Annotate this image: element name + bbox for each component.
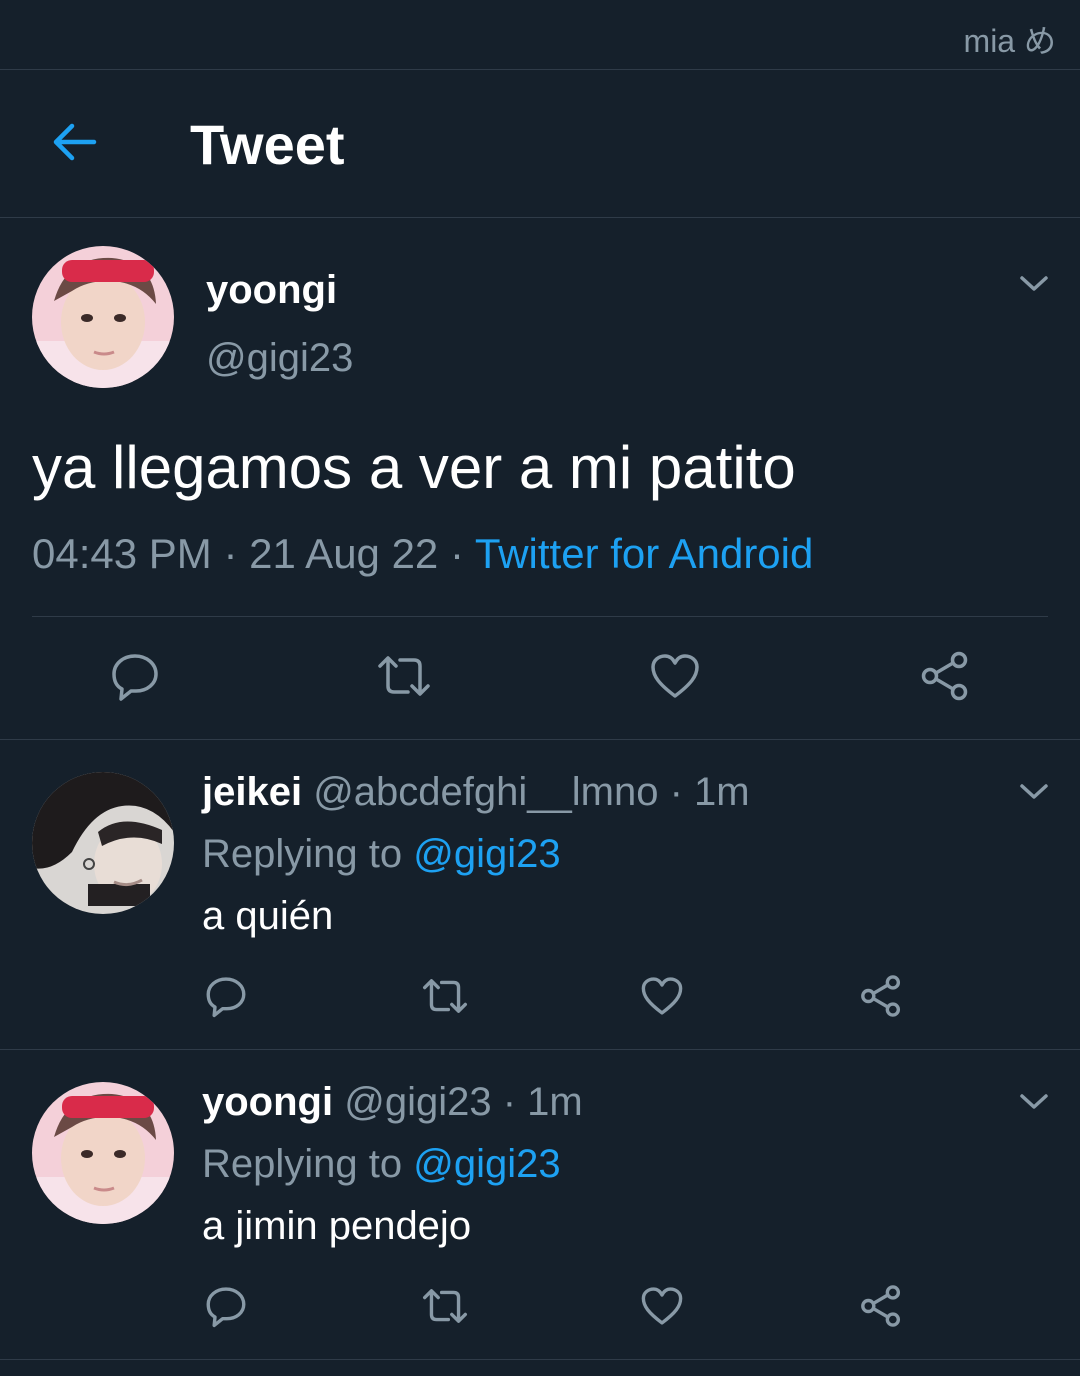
reply-icon (112, 654, 158, 701)
tweet-menu-button[interactable] (1016, 1084, 1052, 1120)
share-icon (861, 975, 901, 1017)
meta-separator: · (449, 530, 475, 577)
avatar[interactable] (32, 772, 174, 914)
meta-separator: · (669, 770, 695, 814)
tweet-actions (0, 648, 1080, 708)
replying-to: Replying to @gigi23 (202, 832, 561, 877)
main-tweet: yoongi @gigi23 ya llegamos a ver a mi pa… (0, 218, 1080, 740)
like-icon (641, 977, 683, 1015)
reply-text: a quién (202, 894, 334, 938)
like-icon (651, 654, 699, 698)
like-button[interactable] (638, 972, 686, 1020)
chevron-down-icon (1020, 1094, 1048, 1109)
tweet-time: 04:43 PM (32, 530, 212, 577)
tweet-meta: 04:43 PM · 21 Aug 22 · Twitter for Andro… (32, 530, 813, 578)
retweet-icon (423, 979, 467, 1013)
status-bar: mia め (0, 0, 1080, 70)
tweet-source-link[interactable]: Twitter for Android (475, 530, 813, 577)
retweet-button[interactable] (421, 1282, 469, 1330)
share-icon (861, 1285, 901, 1327)
page-title: Tweet (190, 113, 345, 176)
retweet-button[interactable] (421, 972, 469, 1020)
avatar[interactable] (32, 246, 174, 388)
tweet-menu-button[interactable] (1016, 774, 1052, 810)
retweet-button[interactable] (376, 648, 432, 704)
reply-icon (206, 1287, 246, 1328)
reply-icon (206, 977, 246, 1018)
meta-separator: · (502, 1080, 528, 1124)
reply-author-handle[interactable]: @abcdefghi__lmno (313, 770, 658, 814)
reply-header: yoongi @gigi23 · 1m (202, 1080, 583, 1125)
retweet-icon (378, 656, 430, 696)
tweet-date: 21 Aug 22 (249, 530, 439, 577)
share-icon (921, 651, 968, 701)
reply-actions (0, 972, 1080, 1024)
chevron-down-icon (1020, 276, 1048, 291)
reply-author-name[interactable]: jeikei (202, 770, 302, 814)
reply-author-name[interactable]: yoongi (202, 1080, 333, 1124)
avatar[interactable] (32, 1082, 174, 1224)
reply-actions (0, 1282, 1080, 1334)
reply-tweet[interactable]: jeikei @abcdefghi__lmno · 1m Replying to… (0, 740, 1080, 1050)
reply-tweet[interactable]: yoongi @gigi23 · 1m Replying to @gigi23 … (0, 1050, 1080, 1360)
reply-time: 1m (527, 1080, 583, 1124)
author-handle[interactable]: @gigi23 (206, 336, 353, 381)
reply-button[interactable] (107, 648, 163, 704)
meta-separator: · (223, 530, 250, 577)
reply-author-handle[interactable]: @gigi23 (344, 1080, 491, 1124)
replying-to-label: Replying to (202, 1142, 403, 1186)
reply-text: a jimin pendejo (202, 1204, 472, 1248)
divider (32, 616, 1048, 617)
page-header: Tweet (0, 70, 1080, 218)
back-arrow-icon (53, 123, 97, 161)
reply-header: jeikei @abcdefghi__lmno · 1m (202, 770, 750, 815)
reply-mention-link[interactable]: @gigi23 (413, 1142, 560, 1186)
like-button[interactable] (638, 1282, 686, 1330)
chevron-down-icon (1020, 784, 1048, 799)
like-button[interactable] (647, 648, 703, 704)
tweet-text: ya llegamos a ver a mi patito (32, 434, 796, 501)
reply-button[interactable] (202, 1282, 250, 1330)
reply-time: 1m (694, 770, 750, 814)
reply-button[interactable] (202, 972, 250, 1020)
tweet-menu-button[interactable] (1016, 266, 1052, 302)
share-button[interactable] (917, 648, 973, 704)
replying-to: Replying to @gigi23 (202, 1142, 561, 1187)
watermark-text: mia め (963, 23, 1056, 59)
share-button[interactable] (857, 1282, 905, 1330)
back-button[interactable] (44, 112, 104, 172)
like-icon (641, 1287, 683, 1325)
reply-mention-link[interactable]: @gigi23 (413, 832, 560, 876)
share-button[interactable] (857, 972, 905, 1020)
author-name[interactable]: yoongi (206, 268, 337, 313)
retweet-icon (423, 1289, 467, 1323)
replying-to-label: Replying to (202, 832, 403, 876)
